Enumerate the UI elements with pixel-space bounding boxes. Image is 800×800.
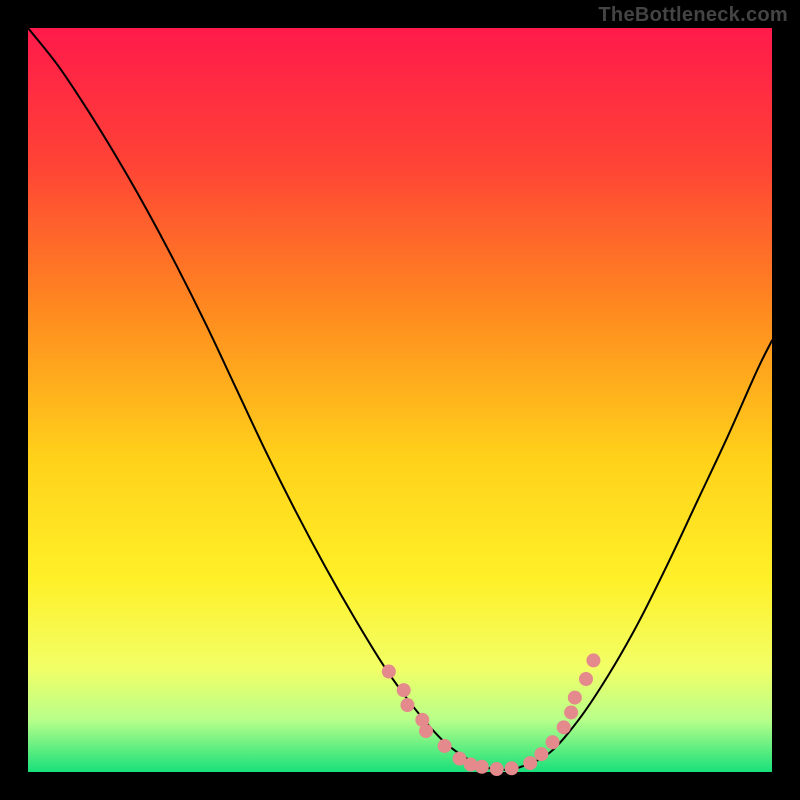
- highlight-dot: [586, 653, 600, 667]
- highlight-dot: [534, 747, 548, 761]
- chart-stage: TheBottleneck.com: [0, 0, 800, 800]
- highlight-dot: [523, 756, 537, 770]
- highlight-dot: [546, 735, 560, 749]
- highlight-dot: [557, 720, 571, 734]
- highlight-dot: [475, 760, 489, 774]
- highlight-dot: [419, 724, 433, 738]
- highlight-dot: [382, 665, 396, 679]
- highlight-dot: [397, 683, 411, 697]
- highlight-dot: [568, 691, 582, 705]
- highlight-dot: [438, 739, 452, 753]
- highlight-dot: [400, 698, 414, 712]
- chart-svg: [0, 0, 800, 800]
- highlight-dot: [579, 672, 593, 686]
- highlight-dot: [564, 705, 578, 719]
- highlight-dot: [505, 761, 519, 775]
- plot-background: [28, 28, 772, 772]
- highlight-dot: [490, 762, 504, 776]
